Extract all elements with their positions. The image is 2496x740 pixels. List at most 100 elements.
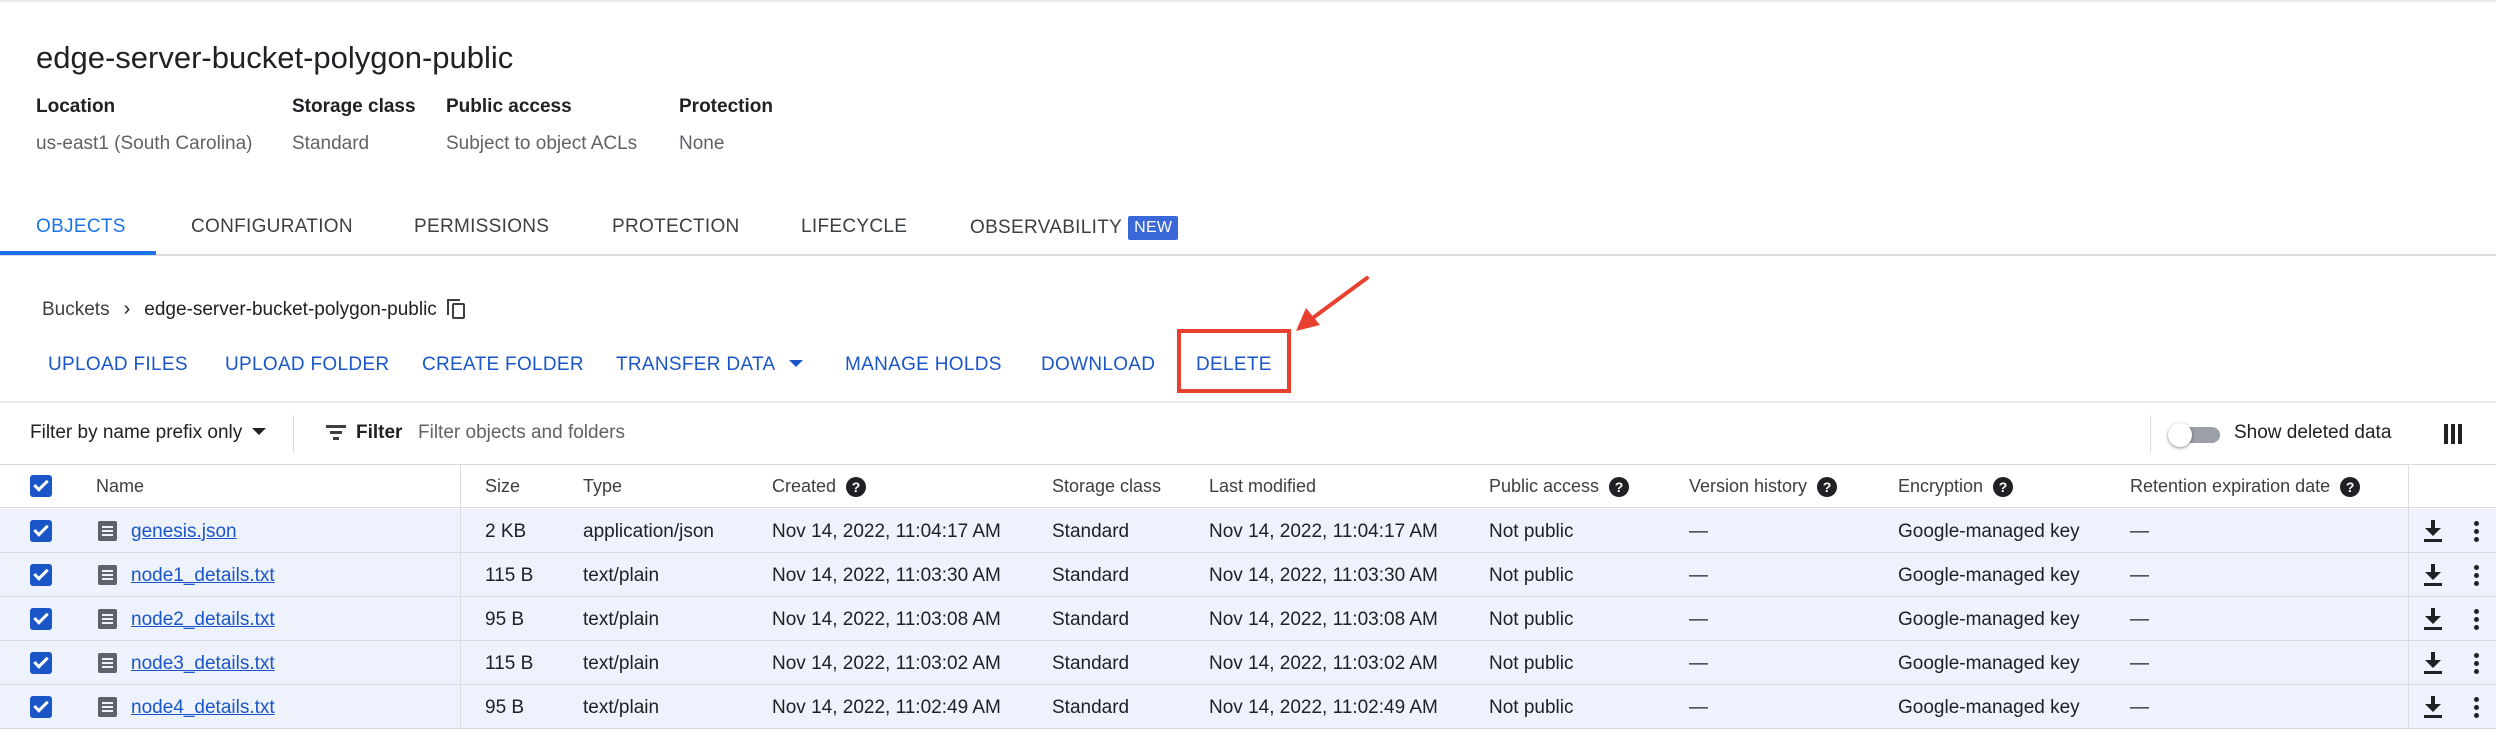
select-all-checkbox[interactable] xyxy=(30,475,52,497)
file-name-link[interactable]: node1_details.txt xyxy=(131,565,275,587)
file-name-link[interactable]: node2_details.txt xyxy=(131,609,275,631)
cell-last-modified: Nov 14, 2022, 11:04:17 AM xyxy=(1209,521,1438,542)
cell-retention: — xyxy=(2130,609,2149,630)
more-vert-icon[interactable] xyxy=(2474,521,2480,543)
tab-observability[interactable]: OBSERVABILITY NEW xyxy=(970,216,1179,240)
row-checkbox[interactable] xyxy=(30,564,52,586)
annotation-arrow-icon xyxy=(1296,276,1369,331)
cell-retention: — xyxy=(2130,653,2149,674)
top-divider xyxy=(0,0,2496,2)
column-header-encryption[interactable]: Encryption? xyxy=(1898,476,2014,497)
help-icon[interactable]: ? xyxy=(1817,476,1838,497)
cell-last-modified: Nov 14, 2022, 11:03:08 AM xyxy=(1209,609,1438,630)
property-label: Protection xyxy=(679,96,773,117)
column-header-last-modified[interactable]: Last modified xyxy=(1209,476,1316,497)
row-checkbox[interactable] xyxy=(30,652,52,674)
cell-last-modified: Nov 14, 2022, 11:03:02 AM xyxy=(1209,653,1438,674)
download-icon[interactable] xyxy=(2424,608,2442,630)
create-folder-button[interactable]: CREATE FOLDER xyxy=(422,354,584,376)
cell-size: 2 KB xyxy=(485,521,527,542)
filter-input[interactable] xyxy=(418,417,1018,449)
table-header: Name Size Type Created? Storage class La… xyxy=(0,465,2496,508)
property-value: Subject to object ACLs xyxy=(446,133,638,154)
cell-retention: — xyxy=(2130,521,2149,542)
tab-objects[interactable]: OBJECTS xyxy=(36,216,126,238)
cell-public-access: Not public xyxy=(1489,521,1574,542)
property-label: Location xyxy=(36,96,116,117)
cell-size: 95 B xyxy=(485,609,525,630)
table-row[interactable]: node1_details.txt 115 B text/plain Nov 14, … xyxy=(0,553,2496,597)
help-icon[interactable]: ? xyxy=(1993,476,2014,497)
upload-folder-button[interactable]: UPLOAD FOLDER xyxy=(225,354,389,376)
table-row[interactable]: node4_details.txt 95 B text/plain Nov 14, 2… xyxy=(0,685,2496,729)
download-icon[interactable] xyxy=(2424,520,2442,542)
column-header-type[interactable]: Type xyxy=(583,476,622,497)
column-header-version-history[interactable]: Version history? xyxy=(1689,476,1838,497)
property-storage-class: Storage class Standard xyxy=(292,96,416,155)
cell-type: text/plain xyxy=(583,565,660,586)
download-icon[interactable] xyxy=(2424,652,2442,674)
more-vert-icon[interactable] xyxy=(2474,697,2480,719)
cell-storage-class: Standard xyxy=(1052,609,1130,630)
file-icon xyxy=(98,653,117,673)
upload-files-button[interactable]: UPLOAD FILES xyxy=(48,354,188,376)
column-header-size[interactable]: Size xyxy=(485,476,520,497)
help-icon[interactable]: ? xyxy=(1609,476,1630,497)
breadcrumb-current: edge-server-bucket-polygon-public xyxy=(144,298,437,320)
annotation-highlight-box xyxy=(1177,329,1291,393)
column-header-retention[interactable]: Retention expiration date? xyxy=(2130,476,2361,497)
transfer-data-button[interactable]: TRANSFER DATA xyxy=(616,354,804,376)
file-name-link[interactable]: node4_details.txt xyxy=(131,697,275,719)
column-header-storage-class[interactable]: Storage class xyxy=(1052,476,1161,497)
cell-encryption: Google-managed key xyxy=(1898,521,2080,542)
column-header-public-access[interactable]: Public access? xyxy=(1489,476,1630,497)
download-icon[interactable] xyxy=(2424,564,2442,586)
more-vert-icon[interactable] xyxy=(2474,653,2480,675)
help-icon[interactable]: ? xyxy=(2340,476,2361,497)
column-divider xyxy=(460,465,461,730)
column-display-icon[interactable] xyxy=(2444,424,2462,444)
cell-last-modified: Nov 14, 2022, 11:03:30 AM xyxy=(1209,565,1438,586)
file-icon xyxy=(98,697,117,717)
chevron-right-icon: › xyxy=(123,298,131,320)
property-value: Standard xyxy=(292,133,370,154)
breadcrumb-buckets-link[interactable]: Buckets xyxy=(42,299,110,321)
cell-encryption: Google-managed key xyxy=(1898,609,2080,630)
filter-prefix-dropdown[interactable]: Filter by name prefix only xyxy=(30,422,267,444)
tab-lifecycle[interactable]: LIFECYCLE xyxy=(801,216,907,238)
tab-protection[interactable]: PROTECTION xyxy=(612,216,740,238)
cell-size: 95 B xyxy=(485,697,525,718)
tab-permissions[interactable]: PERMISSIONS xyxy=(414,216,549,238)
tab-configuration[interactable]: CONFIGURATION xyxy=(191,216,353,238)
file-icon xyxy=(98,521,117,541)
cell-type: application/json xyxy=(583,521,714,542)
download-icon[interactable] xyxy=(2424,696,2442,718)
row-checkbox[interactable] xyxy=(30,608,52,630)
column-header-name[interactable]: Name xyxy=(96,476,144,497)
download-button[interactable]: DOWNLOAD xyxy=(1041,354,1155,376)
more-vert-icon[interactable] xyxy=(2474,609,2480,631)
caret-down-icon xyxy=(789,360,804,367)
cell-storage-class: Standard xyxy=(1052,653,1130,674)
column-header-created[interactable]: Created? xyxy=(772,476,867,497)
cell-public-access: Not public xyxy=(1489,609,1574,630)
help-icon[interactable]: ? xyxy=(846,476,867,497)
file-name-link[interactable]: genesis.json xyxy=(131,521,237,543)
cell-version-history: — xyxy=(1689,609,1708,630)
more-vert-icon[interactable] xyxy=(2474,565,2480,587)
row-checkbox[interactable] xyxy=(30,696,52,718)
table-row[interactable]: node2_details.txt 95 B text/plain Nov 14, 2… xyxy=(0,597,2496,641)
copy-icon[interactable] xyxy=(446,298,467,321)
manage-holds-button[interactable]: MANAGE HOLDS xyxy=(845,354,1002,376)
table-row[interactable]: genesis.json 2 KB application/json Nov 14, … xyxy=(0,509,2496,553)
file-name-link[interactable]: node3_details.txt xyxy=(131,653,275,675)
cell-version-history: — xyxy=(1689,565,1708,586)
row-checkbox[interactable] xyxy=(30,520,52,542)
show-deleted-toggle[interactable] xyxy=(2168,423,2220,447)
cell-storage-class: Standard xyxy=(1052,521,1130,542)
caret-down-icon xyxy=(252,428,267,435)
filter-label: Filter xyxy=(356,422,403,443)
cell-size: 115 B xyxy=(485,653,534,674)
table-row[interactable]: node3_details.txt 115 B text/plain Nov 14, … xyxy=(0,641,2496,685)
cell-last-modified: Nov 14, 2022, 11:02:49 AM xyxy=(1209,697,1438,718)
